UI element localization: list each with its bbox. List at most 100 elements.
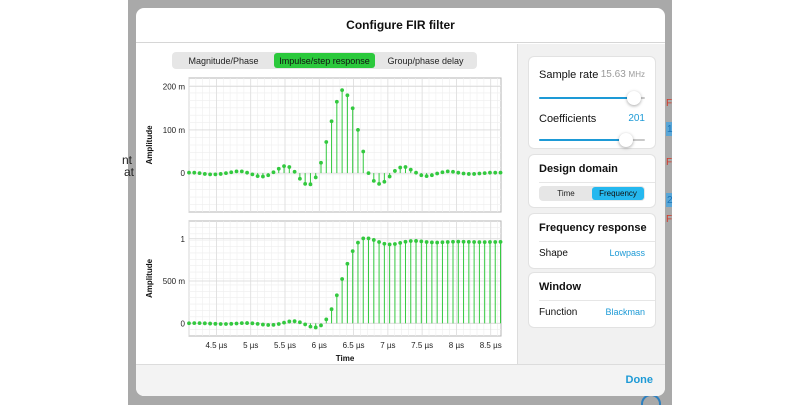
stem-marker [255,322,260,326]
stem-marker [461,171,466,176]
stem-marker [187,321,191,326]
design-domain-segmented-control: Time Frequency [539,186,645,201]
stem-marker [229,170,234,175]
sample-rate-slider[interactable] [539,91,645,105]
stem-marker [456,170,461,175]
stem-marker [493,170,498,175]
dialog-title: Configure FIR filter [346,18,455,32]
stem-marker [408,167,413,172]
coefficients-slider-thumb[interactable] [618,133,633,147]
stem-marker [208,321,213,326]
stem-marker [387,174,392,179]
stem-marker [429,240,434,245]
stem-marker [297,176,302,181]
frequency-response-title: Frequency response [539,222,647,234]
stem-marker [398,241,403,245]
stem-marker [419,173,424,178]
x-tick-label: 5.5 µs [274,341,296,350]
x-tick-label: 5 µs [243,341,258,350]
stem-marker [224,322,228,326]
shape-value[interactable]: Lowpass [609,248,645,258]
domain-option-frequency[interactable]: Frequency [592,187,644,200]
background-marker: 2 [667,195,673,206]
stem-marker [329,307,334,312]
background-marker: F [666,157,673,168]
x-tick-label: 6.5 µs [343,341,365,350]
stem-marker [482,171,487,175]
stem-marker [445,169,450,174]
plot-area: Magnitude/Phase Impulse/step response Gr… [136,44,517,364]
function-value[interactable]: Blackman [605,307,645,317]
dialog-footer: Done [136,364,665,396]
coefficients-slider[interactable] [539,133,645,147]
stem-marker [403,239,408,244]
stem-marker [356,240,360,245]
stem-marker [371,178,376,183]
stem-marker [334,99,339,104]
x-tick-label: 8 µs [449,341,464,350]
stem-marker [440,170,445,175]
stem-marker [255,174,260,179]
stem-marker [276,322,281,326]
stem-marker [213,172,218,177]
y-tick-label: 1 [181,235,186,244]
impulse-step-charts: 200 m 100 m 0 Amplitude 1 500 m 0 Amplitude 4.5… [145,77,503,363]
background-marker: F [666,214,673,225]
sample-rate-value: 15.63 MHz [601,69,645,80]
stem-marker [345,93,350,98]
stem-marker [419,239,424,244]
stem-marker [366,236,371,241]
stem-marker [398,165,403,170]
function-label: Function [539,307,578,318]
stem-marker [319,160,323,165]
stem-marker [276,166,281,171]
stem-marker [224,171,228,175]
stem-marker [213,321,218,326]
stem-marker [271,322,276,327]
stem-marker [345,261,350,266]
stem-marker [493,240,498,244]
frequency-response-card: Frequency response Shape Lowpass [529,214,655,268]
sample-rate-number: 15.63 [600,69,626,80]
stem-marker [192,321,197,326]
sampling-card: Sample rate 15.63 MHz Coefficients 201 [529,57,655,148]
stem-marker [334,293,339,298]
window-card: Window Function Blackman [529,273,655,327]
stem-marker [466,239,471,244]
domain-option-time[interactable]: Time [540,187,592,200]
stem-marker [451,169,455,174]
stem-marker [472,240,477,244]
stem-marker [303,322,308,327]
card-divider [539,182,655,183]
background-marker: 1 [667,124,673,135]
stem-marker [456,239,461,244]
stem-marker [414,170,418,175]
stem-marker [440,240,445,245]
x-tick-label: 8.5 µs [480,341,502,350]
stem-marker [477,171,482,176]
stem-marker [234,169,239,174]
stem-marker [197,321,202,326]
stem-marker [271,170,276,175]
stem-marker [408,239,413,243]
dialog-header: Configure FIR filter [136,8,665,43]
done-button[interactable]: Done [626,374,654,386]
stem-marker [282,320,286,325]
y-tick-label: 0 [181,319,186,328]
card-divider [539,241,655,242]
sample-rate-slider-fill [539,97,635,99]
x-tick-label: 7.5 µs [411,341,433,350]
stem-marker [292,169,297,174]
sample-rate-label: Sample rate [539,69,599,81]
x-tick-label: 4.5 µs [205,341,227,350]
stem-marker [261,322,265,327]
stem-marker [202,321,207,326]
stem-marker [313,175,318,180]
y-tick-label: 200 m [163,83,186,92]
stem-marker [435,240,440,245]
stem-marker [324,317,329,322]
stem-marker [340,277,345,281]
stem-marker [192,170,197,175]
sample-rate-slider-thumb[interactable] [627,91,642,105]
stem-marker [472,172,477,176]
